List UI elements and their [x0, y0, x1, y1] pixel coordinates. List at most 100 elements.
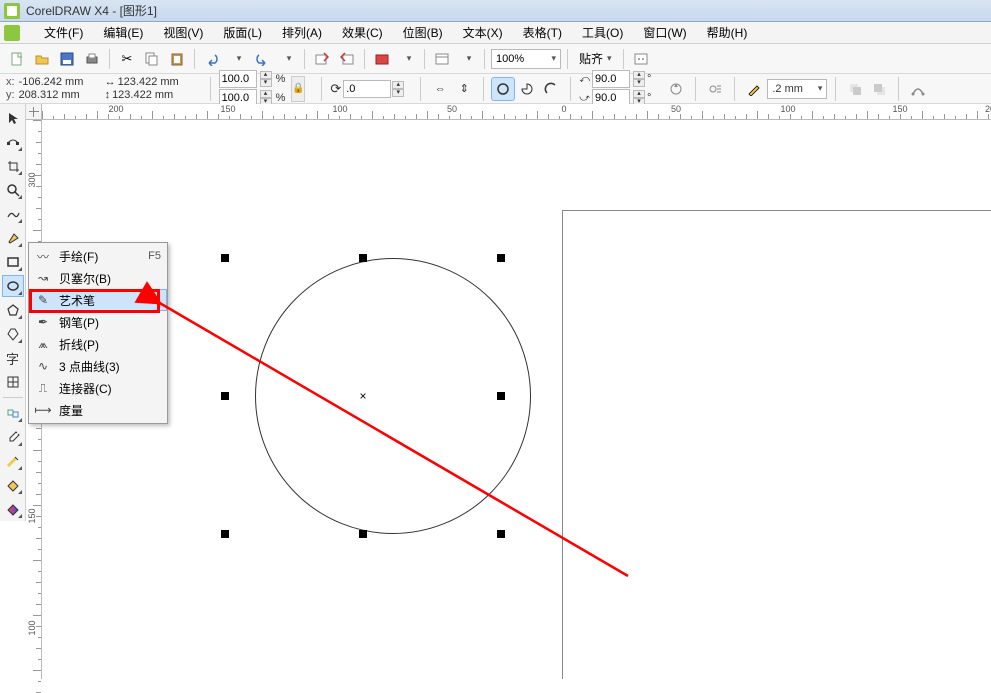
menu-text[interactable]: 文本(X) — [453, 21, 513, 44]
selection-handle-sw[interactable] — [221, 530, 229, 538]
selection-center[interactable]: × — [359, 389, 366, 403]
menu-layout[interactable]: 版面(L) — [213, 21, 272, 44]
paste-button[interactable] — [166, 48, 188, 70]
menu-window[interactable]: 窗口(W) — [633, 21, 696, 44]
mirror-h-button[interactable]: ⇔ — [429, 78, 451, 100]
flyout-dimension[interactable]: ⟼度量 — [29, 399, 167, 421]
interactive-fill-tool[interactable] — [2, 498, 24, 520]
menu-file[interactable]: 文件(F) — [34, 21, 93, 44]
pie-button[interactable] — [516, 78, 538, 100]
zoom-combo[interactable]: 100%▾ — [491, 49, 561, 69]
separator — [194, 49, 195, 69]
snap-combo[interactable]: 贴齐 ▾ — [574, 49, 617, 69]
selection-handle-se[interactable] — [497, 530, 505, 538]
convert-curves-button[interactable] — [907, 78, 929, 100]
rotation-input[interactable] — [343, 80, 391, 98]
redo-dropdown[interactable]: ▾ — [276, 48, 298, 70]
cut-button[interactable]: ✂ — [116, 48, 138, 70]
y-value[interactable]: 208.312 mm — [19, 89, 91, 101]
shape-tool[interactable] — [2, 131, 24, 153]
app-launcher-dropdown[interactable]: ▾ — [396, 48, 418, 70]
welcome-dropdown[interactable]: ▾ — [456, 48, 478, 70]
artistic-media-icon: ✎ — [35, 293, 51, 307]
menu-help[interactable]: 帮助(H) — [697, 21, 758, 44]
polyline-icon: ⩕ — [35, 337, 51, 352]
print-button[interactable] — [81, 48, 103, 70]
text-tool[interactable]: 字 — [2, 347, 24, 369]
selection-handle-w[interactable] — [221, 392, 229, 400]
selection-handle-nw[interactable] — [221, 254, 229, 262]
outline-tool[interactable] — [2, 450, 24, 472]
open-button[interactable] — [31, 48, 53, 70]
selection-handle-e[interactable] — [497, 392, 505, 400]
menu-edit[interactable]: 编辑(E) — [93, 21, 153, 44]
selection-handle-ne[interactable] — [497, 254, 505, 262]
separator — [483, 77, 484, 101]
rectangle-tool[interactable] — [2, 251, 24, 273]
scale-x-input[interactable] — [219, 70, 257, 88]
horizontal-ruler[interactable]: 2001501005005010015020 — [42, 104, 991, 120]
copy-button[interactable] — [141, 48, 163, 70]
ellipse-tool[interactable] — [2, 275, 24, 297]
arc-end-icon: ⤻ — [579, 93, 590, 104]
freehand-tool[interactable] — [2, 203, 24, 225]
pick-tool[interactable] — [2, 107, 24, 129]
lock-ratio-button[interactable]: 🔒 — [291, 76, 305, 102]
to-front-button[interactable] — [844, 78, 866, 100]
menu-view[interactable]: 视图(V) — [153, 21, 213, 44]
flyout-polyline[interactable]: ⩕折线(P) — [29, 333, 167, 355]
menu-arrange[interactable]: 排列(A) — [272, 21, 332, 44]
to-back-button[interactable] — [868, 78, 890, 100]
menu-table[interactable]: 表格(T) — [513, 21, 572, 44]
rotation-spinner[interactable]: ▴▾ — [392, 81, 404, 97]
start-angle-input[interactable] — [592, 70, 630, 88]
flyout-3point-curve[interactable]: ∿3 点曲线(3) — [29, 355, 167, 377]
table-tool[interactable] — [2, 371, 24, 393]
direction-button[interactable] — [665, 78, 687, 100]
export-button[interactable] — [336, 48, 358, 70]
undo-dropdown[interactable]: ▾ — [226, 48, 248, 70]
selection-handle-n[interactable] — [359, 254, 367, 262]
menu-effects[interactable]: 效果(C) — [332, 21, 393, 44]
menu-tools[interactable]: 工具(O) — [572, 21, 633, 44]
fill-tool[interactable] — [2, 474, 24, 496]
mirror-v-button[interactable]: ⇕ — [453, 78, 475, 100]
undo-button[interactable] — [201, 48, 223, 70]
start-angle-spinner[interactable]: ▴▾ — [633, 71, 645, 87]
x-value[interactable]: -106.242 mm — [19, 76, 91, 88]
height-value[interactable]: 123.422 mm — [112, 89, 184, 101]
separator — [898, 77, 899, 101]
welcome-button[interactable] — [431, 48, 453, 70]
redo-button[interactable] — [251, 48, 273, 70]
flyout-freehand[interactable]: 〰手绘(F)F5 — [29, 245, 167, 267]
zoom-tool[interactable] — [2, 179, 24, 201]
crop-tool[interactable] — [2, 155, 24, 177]
flyout-bezier[interactable]: ↝贝塞尔(B) — [29, 267, 167, 289]
wrap-text-button[interactable] — [704, 78, 726, 100]
width-value[interactable]: 123.422 mm — [118, 76, 190, 88]
scale-x-spinner[interactable]: ▴▾ — [260, 71, 272, 87]
basic-shapes-tool[interactable] — [2, 323, 24, 345]
app-launcher-button[interactable] — [371, 48, 393, 70]
outline-width-combo[interactable]: .2 mm▾ — [767, 79, 827, 99]
flyout-artistic-media[interactable]: ✎艺术笔I — [29, 289, 167, 311]
arc-button[interactable] — [540, 78, 562, 100]
rotate-icon: ⟳ — [330, 81, 341, 97]
selected-ellipse[interactable] — [255, 258, 531, 534]
drawing-canvas[interactable]: × — [42, 120, 991, 679]
doc-icon[interactable] — [4, 25, 20, 41]
menu-bitmaps[interactable]: 位图(B) — [393, 21, 453, 44]
eyedropper-tool[interactable] — [2, 426, 24, 448]
options-button[interactable] — [630, 48, 652, 70]
selection-handle-s[interactable] — [359, 530, 367, 538]
new-button[interactable] — [6, 48, 28, 70]
polygon-tool[interactable] — [2, 299, 24, 321]
smart-fill-tool[interactable] — [2, 227, 24, 249]
save-button[interactable] — [56, 48, 78, 70]
ruler-origin[interactable] — [26, 104, 42, 120]
import-button[interactable] — [311, 48, 333, 70]
flyout-connector[interactable]: ⎍连接器(C) — [29, 377, 167, 399]
interactive-blend-tool[interactable] — [2, 402, 24, 424]
flyout-pen[interactable]: ✒钢笔(P) — [29, 311, 167, 333]
ellipse-button[interactable] — [492, 78, 514, 100]
